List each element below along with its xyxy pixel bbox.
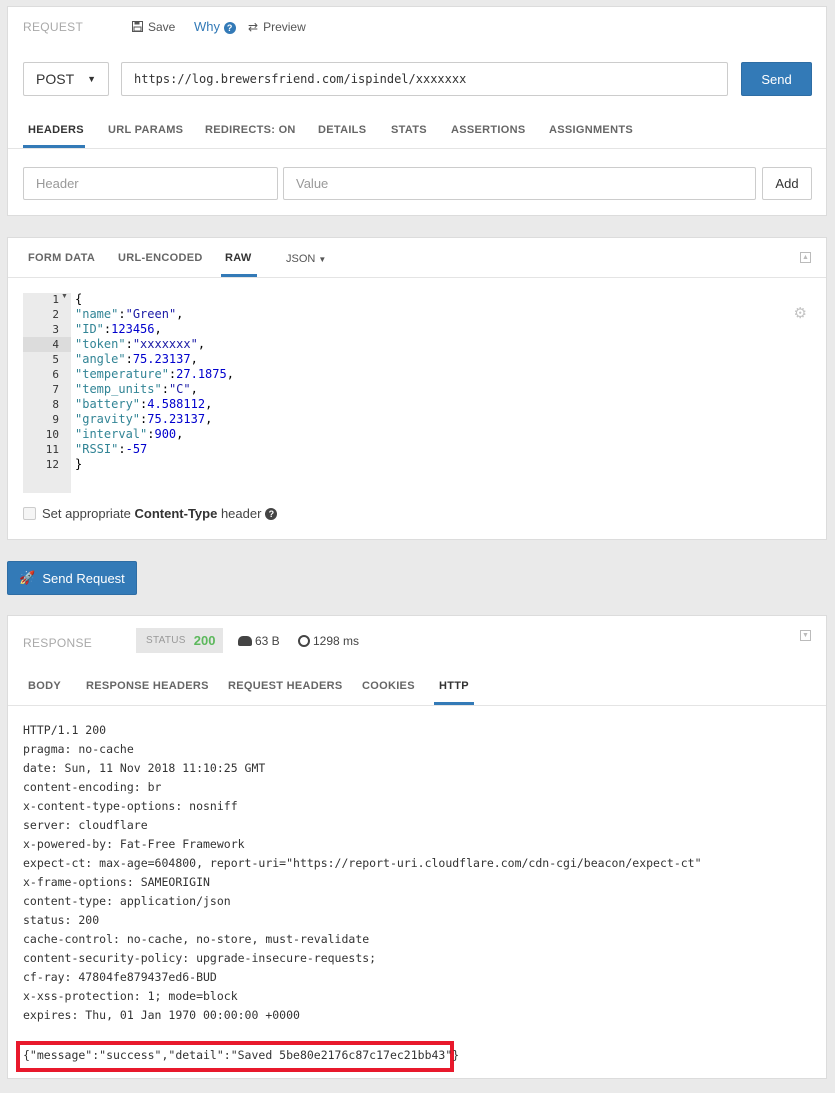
http-line: status: 200	[23, 913, 100, 927]
header-value-input[interactable]	[283, 167, 756, 200]
expand-icon[interactable]: ▼	[800, 630, 811, 641]
response-size: 63 B	[238, 634, 280, 648]
body-tabs-divider	[8, 277, 826, 278]
method-select[interactable]: POST ▼	[23, 62, 109, 96]
response-title: RESPONSE	[23, 636, 93, 650]
content-type-label-bold: Content-Type	[134, 506, 218, 521]
url-value: https://log.brewersfriend.com/ispindel/x…	[134, 72, 467, 86]
question-circle-icon[interactable]: ?	[265, 507, 278, 520]
code-line: "angle":75.23137,	[75, 352, 198, 366]
tab-details[interactable]: DETAILS	[318, 124, 366, 136]
code-line: {	[75, 292, 83, 306]
code-line: "RSSI":-57	[75, 442, 148, 456]
tab-assertions[interactable]: ASSERTIONS	[451, 124, 526, 136]
response-tabs-divider	[8, 705, 826, 706]
tab-raw[interactable]: RAW	[225, 252, 252, 264]
status-code: 200	[193, 633, 216, 648]
header-value-field[interactable]	[296, 176, 743, 191]
content-type-label-post: header	[217, 506, 262, 521]
response-panel: RESPONSE STATUS 200 63 B 1298 ms ▼ BODY …	[7, 615, 827, 1079]
send-label: Send	[761, 71, 792, 87]
tab-response-headers[interactable]: RESPONSE HEADERS	[86, 680, 209, 692]
http-line: pragma: no-cache	[23, 742, 134, 756]
cloud-download-icon	[238, 636, 252, 646]
why-label: Why	[194, 19, 220, 34]
code-line: }	[75, 457, 83, 471]
content-type-checkbox[interactable]	[23, 507, 36, 520]
status-label: STATUS	[146, 635, 186, 646]
content-type-label-pre: Set appropriate	[42, 506, 135, 521]
http-line: x-content-type-options: nosniff	[23, 799, 238, 813]
tab-headers[interactable]: HEADERS	[28, 124, 84, 136]
http-line: x-frame-options: SAMEORIGIN	[23, 875, 210, 889]
http-line: content-type: application/json	[23, 894, 231, 908]
add-label: Add	[775, 176, 799, 191]
tab-url-encoded[interactable]: URL-ENCODED	[118, 252, 203, 264]
code-line: "ID":123456,	[75, 322, 162, 336]
tab-cookies[interactable]: COOKIES	[362, 680, 415, 692]
code-line: "token":"xxxxxxx",	[75, 337, 206, 351]
json-label: JSON	[286, 253, 316, 265]
tab-assignments[interactable]: ASSIGNMENTS	[549, 124, 633, 136]
tab-http[interactable]: HTTP	[439, 680, 469, 692]
code-line: "name":"Green",	[75, 307, 184, 321]
http-line: date: Sun, 11 Nov 2018 11:10:25 GMT	[23, 761, 266, 775]
json-dropdown[interactable]: JSON ▼	[286, 253, 326, 265]
size-value: 63 B	[255, 634, 280, 648]
http-line: content-encoding: br	[23, 780, 162, 794]
editor-settings-gear-icon[interactable]: ⚙	[794, 304, 807, 322]
add-header-button[interactable]: Add	[762, 167, 812, 200]
why-link[interactable]: Why ?	[194, 19, 236, 34]
code-line: "interval":900,	[75, 427, 184, 441]
tab-request-headers[interactable]: REQUEST HEADERS	[228, 680, 343, 692]
body-panel: FORM DATA URL-ENCODED RAW JSON ▼ ▲ 1 ▼ 2 …	[7, 237, 827, 540]
http-line: server: cloudflare	[23, 818, 148, 832]
time-value: 1298 ms	[313, 634, 360, 648]
url-input[interactable]: https://log.brewersfriend.com/ispindel/x…	[121, 62, 728, 96]
code-editor[interactable]: { "name":"Green", "ID":123456, "token":"…	[8, 292, 788, 492]
code-line: "battery":4.588112,	[75, 397, 213, 411]
tab-form-data[interactable]: FORM DATA	[28, 252, 95, 264]
send-request-label: Send Request	[42, 570, 125, 586]
tab-body[interactable]: BODY	[28, 680, 61, 692]
tabs-divider	[8, 148, 826, 149]
save-label: Save	[148, 20, 176, 34]
save-button[interactable]: Save	[132, 20, 175, 34]
header-name-input[interactable]	[23, 167, 278, 200]
preview-button[interactable]: ⇄ Preview	[248, 20, 306, 34]
preview-label: Preview	[263, 20, 306, 34]
http-line: x-powered-by: Fat-Free Framework	[23, 837, 245, 851]
http-line: cf-ray: 47804fe879437ed6-BUD	[23, 970, 217, 984]
content-type-checkbox-row[interactable]: Set appropriate Content-Type header ?	[23, 506, 278, 521]
header-name-field[interactable]	[36, 176, 265, 191]
request-title: REQUEST	[23, 20, 84, 34]
http-line: expect-ct: max-age=604800, report-uri="h…	[23, 856, 702, 870]
tab-redirects[interactable]: REDIRECTS: ON	[205, 124, 296, 136]
tab-url-params[interactable]: URL PARAMS	[108, 124, 183, 136]
http-line: expires: Thu, 01 Jan 1970 00:00:00 +0000	[23, 1008, 300, 1022]
code-line: "gravity":75.23137,	[75, 412, 213, 426]
send-button[interactable]: Send	[741, 62, 812, 96]
status-badge: STATUS 200	[136, 628, 223, 653]
collapse-icon[interactable]: ▲	[800, 252, 811, 263]
caret-down-icon: ▼	[318, 255, 327, 264]
floppy-icon	[132, 21, 143, 32]
request-panel: REQUEST Save Why ? ⇄ Preview POST ▼ https…	[7, 6, 827, 216]
method-value: POST	[36, 71, 75, 87]
response-time: 1298 ms	[298, 634, 359, 648]
caret-down-icon: ▼	[87, 74, 96, 84]
code-line: "temperature":27.1875,	[75, 367, 234, 381]
http-line: x-xss-protection: 1; mode=block	[23, 989, 238, 1003]
send-request-button[interactable]: 🚀 Send Request	[7, 561, 137, 595]
rocket-icon: 🚀	[19, 570, 36, 585]
http-line: content-security-policy: upgrade-insecur…	[23, 951, 377, 965]
tab-stats[interactable]: STATS	[391, 124, 427, 136]
response-body-json: {"message":"success","detail":"Saved 5be…	[23, 1048, 460, 1062]
http-line: cache-control: no-cache, no-store, must-…	[23, 932, 370, 946]
clock-icon	[298, 635, 310, 647]
code-line: "temp_units":"C",	[75, 382, 198, 396]
http-line: HTTP/1.1 200	[23, 723, 107, 737]
question-circle-icon: ?	[223, 22, 236, 34]
exchange-icon: ⇄	[248, 20, 259, 34]
